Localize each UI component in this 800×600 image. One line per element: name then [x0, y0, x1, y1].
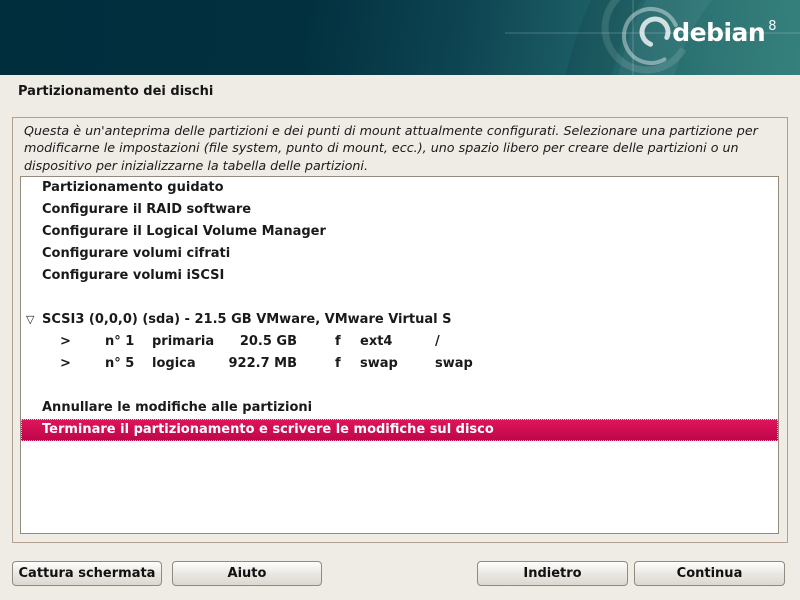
debian-brand: debian8 — [672, 20, 776, 45]
list-item-configure-iscsi[interactable]: Configurare volumi iSCSI — [21, 265, 778, 287]
help-button[interactable]: Aiuto — [172, 561, 322, 586]
screenshot-button[interactable]: Cattura schermata — [12, 561, 162, 586]
content-frame: Questa è un'anteprima delle partizioni e… — [12, 117, 788, 543]
partition-marker-icon: > — [60, 331, 71, 353]
list-item-configure-raid[interactable]: Configurare il RAID software — [21, 199, 778, 221]
list-row-empty — [21, 375, 778, 397]
list-item-partition-1[interactable]: > n° 1 primaria 20.5 GB f ext4 / — [21, 331, 778, 353]
header-banner: debian8 — [0, 0, 800, 75]
partition-size: 922.7 MB — [201, 353, 297, 375]
partition-format-flag: f — [335, 331, 341, 353]
list-item-undo-changes[interactable]: Annullare le modifiche alle partizioni — [21, 397, 778, 419]
list-item-finish-partitioning[interactable]: Terminare il partizionamento e scrivere … — [21, 419, 778, 441]
partition-number: n° 1 — [105, 331, 134, 353]
brand-version: 8 — [768, 19, 776, 34]
partition-marker-icon: > — [60, 353, 71, 375]
partition-format-flag: f — [335, 353, 341, 375]
partition-mountpoint: swap — [435, 353, 473, 375]
back-button[interactable]: Indietro — [477, 561, 628, 586]
intro-text: Questa è un'anteprima delle partizioni e… — [24, 122, 776, 174]
list-item-guided-partitioning[interactable]: Partizionamento guidato — [21, 177, 778, 199]
list-item-configure-encrypted[interactable]: Configurare volumi cifrati — [21, 243, 778, 265]
brand-name: debian — [672, 18, 765, 47]
partition-list: Partizionamento guidato Configurare il R… — [20, 176, 779, 534]
partition-filesystem: swap — [360, 353, 398, 375]
continue-button[interactable]: Continua — [634, 561, 785, 586]
expander-down-icon[interactable]: ▽ — [26, 309, 34, 331]
partition-mountpoint: / — [435, 331, 440, 353]
partition-type: logica — [152, 353, 196, 375]
list-item-disk-sda[interactable]: ▽ SCSI3 (0,0,0) (sda) - 21.5 GB VMware, … — [21, 309, 778, 331]
page-title: Partizionamento dei dischi — [18, 84, 213, 99]
disk-label: SCSI3 (0,0,0) (sda) - 21.5 GB VMware, VM… — [42, 309, 451, 331]
list-item-partition-5[interactable]: > n° 5 logica 922.7 MB f swap swap — [21, 353, 778, 375]
list-row-empty — [21, 287, 778, 309]
partition-number: n° 5 — [105, 353, 134, 375]
partition-filesystem: ext4 — [360, 331, 392, 353]
list-item-configure-lvm[interactable]: Configurare il Logical Volume Manager — [21, 221, 778, 243]
partition-size: 20.5 GB — [201, 331, 297, 353]
